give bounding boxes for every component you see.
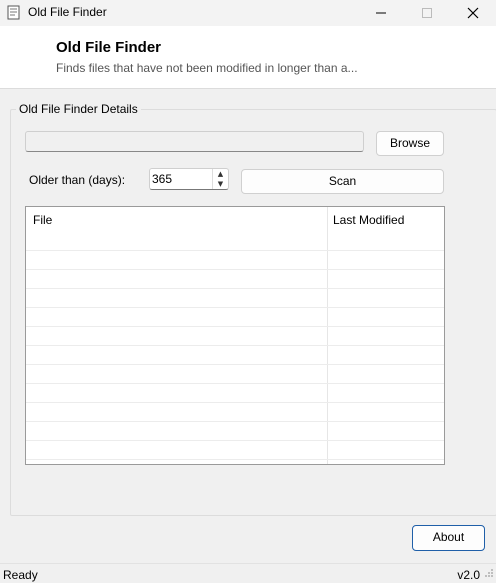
status-bar: Ready v2.0 <box>0 563 496 583</box>
table-row-divider <box>26 402 444 403</box>
table-row-divider <box>26 459 444 460</box>
close-button[interactable] <box>450 0 496 26</box>
older-than-label: Older than (days): <box>29 173 126 187</box>
title-bar: Old File Finder <box>0 0 496 26</box>
resize-grip-icon[interactable] <box>484 567 494 581</box>
table-row-divider <box>26 250 444 251</box>
table-row-divider <box>26 345 444 346</box>
table-row-divider <box>26 269 444 270</box>
spin-buttons: ▲ ▼ <box>212 169 228 189</box>
status-text: Ready <box>3 568 38 582</box>
column-header-last-modified[interactable]: Last Modified <box>333 207 404 235</box>
table-row-divider <box>26 288 444 289</box>
header-panel: Old File Finder Finds files that have no… <box>0 26 496 89</box>
window-title: Old File Finder <box>28 5 107 19</box>
header-title: Old File Finder <box>56 39 162 56</box>
table-row-divider <box>26 421 444 422</box>
chevron-down-icon[interactable]: ▼ <box>213 179 228 189</box>
days-spinbox[interactable]: 365 ▲ ▼ <box>149 168 229 190</box>
folder-path-input[interactable] <box>25 131 364 152</box>
maximize-button[interactable] <box>404 0 450 26</box>
groupbox-title: Old File Finder Details <box>16 102 141 116</box>
table-row-divider <box>26 326 444 327</box>
minimize-button[interactable] <box>358 0 404 26</box>
table-row-divider <box>26 364 444 365</box>
table-row-divider <box>26 307 444 308</box>
scan-button[interactable]: Scan <box>241 169 444 194</box>
table-row-divider <box>26 383 444 384</box>
header-subtitle: Finds files that have not been modified … <box>56 61 358 75</box>
column-divider <box>327 207 328 464</box>
table-row-divider <box>26 440 444 441</box>
chevron-up-icon[interactable]: ▲ <box>213 169 228 179</box>
maximize-icon <box>422 8 432 18</box>
column-header-file[interactable]: File <box>33 207 52 235</box>
browse-button[interactable]: Browse <box>376 131 444 156</box>
close-icon <box>467 7 479 19</box>
days-value[interactable]: 365 <box>152 172 172 186</box>
version-label: v2.0 <box>457 568 480 582</box>
minimize-icon <box>376 12 386 14</box>
about-button[interactable]: About <box>412 525 485 551</box>
document-icon <box>7 5 20 23</box>
results-table[interactable]: File Last Modified <box>25 206 445 465</box>
